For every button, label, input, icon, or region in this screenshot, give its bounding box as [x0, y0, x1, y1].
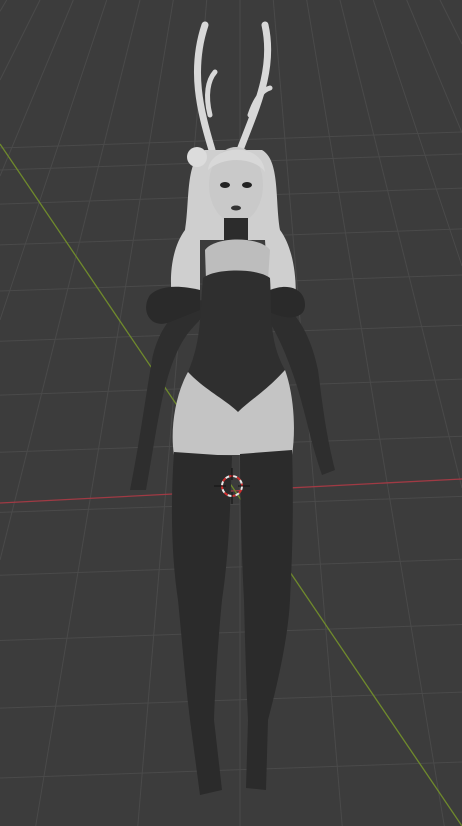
- right-sleeve-puff: [270, 286, 305, 318]
- viewport-canvas[interactable]: [0, 0, 462, 826]
- character-model[interactable]: [130, 21, 335, 795]
- grid-line: [0, 0, 141, 561]
- left-eye: [220, 182, 230, 188]
- mouth: [231, 205, 241, 211]
- grid-line: [0, 131, 462, 149]
- grid-line: [0, 691, 462, 709]
- grid-line: [406, 0, 462, 133]
- grid-line: [339, 0, 462, 489]
- grid-line: [0, 0, 41, 81]
- antlers: [193, 21, 273, 154]
- grid-line: [0, 558, 462, 576]
- right-leg: [240, 450, 293, 790]
- grid-line: [372, 0, 462, 267]
- right-eye: [242, 182, 252, 188]
- 3d-viewport[interactable]: [0, 0, 462, 826]
- grid-line: [0, 0, 74, 177]
- grid-line: [439, 0, 462, 45]
- hair-bun: [187, 147, 207, 167]
- grid-line: [0, 761, 462, 779]
- grid-line: [0, 0, 8, 12]
- left-leg: [171, 452, 232, 795]
- grid-line: [306, 0, 445, 826]
